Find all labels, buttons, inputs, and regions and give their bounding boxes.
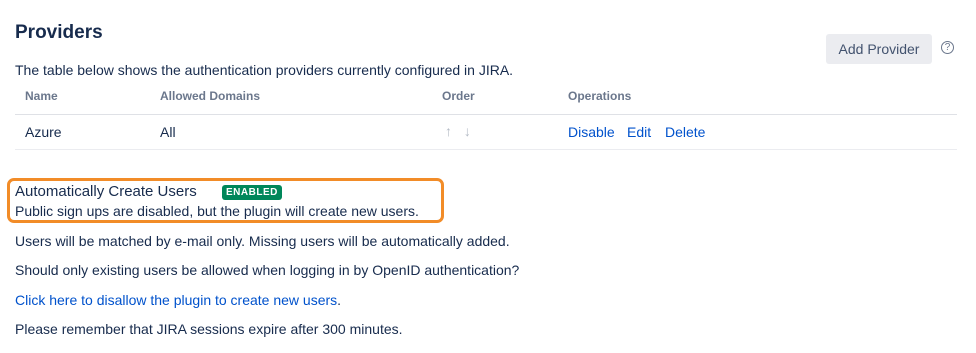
- providers-description: The table below shows the authentication…: [15, 62, 514, 78]
- page-title: Providers: [15, 22, 103, 43]
- column-header-name: Name: [25, 89, 58, 103]
- session-expiry-note: Please remember that JIRA sessions expir…: [15, 321, 403, 337]
- column-header-operations: Operations: [568, 89, 632, 103]
- auto-create-title: Automatically Create Users: [15, 183, 197, 200]
- table-row-divider: [15, 149, 957, 150]
- table-header-divider: [15, 114, 957, 115]
- auto-create-status-detail: Public sign ups are disabled, but the pl…: [15, 203, 419, 219]
- status-badge: ENABLED: [222, 185, 282, 200]
- help-icon[interactable]: ?: [941, 41, 954, 54]
- delete-provider-link[interactable]: Delete: [665, 124, 705, 140]
- edit-provider-link[interactable]: Edit: [627, 124, 651, 140]
- order-arrows-icon: ↑ ↓: [445, 123, 475, 139]
- add-provider-button[interactable]: Add Provider: [826, 34, 932, 64]
- link-suffix: .: [337, 292, 342, 308]
- provider-name-cell: Azure: [25, 124, 62, 140]
- disable-provider-link[interactable]: Disable: [568, 124, 615, 140]
- toggle-create-users-line: Click here to disallow the plugin to cre…: [15, 292, 341, 308]
- disallow-create-users-link[interactable]: Click here to disallow the plugin to cre…: [15, 292, 337, 308]
- existing-users-question: Should only existing users be allowed wh…: [15, 262, 520, 278]
- column-header-allowed-domains: Allowed Domains: [160, 89, 261, 103]
- matching-note: Users will be matched by e-mail only. Mi…: [15, 233, 510, 249]
- allowed-domains-cell: All: [160, 124, 176, 140]
- column-header-order: Order: [442, 89, 475, 103]
